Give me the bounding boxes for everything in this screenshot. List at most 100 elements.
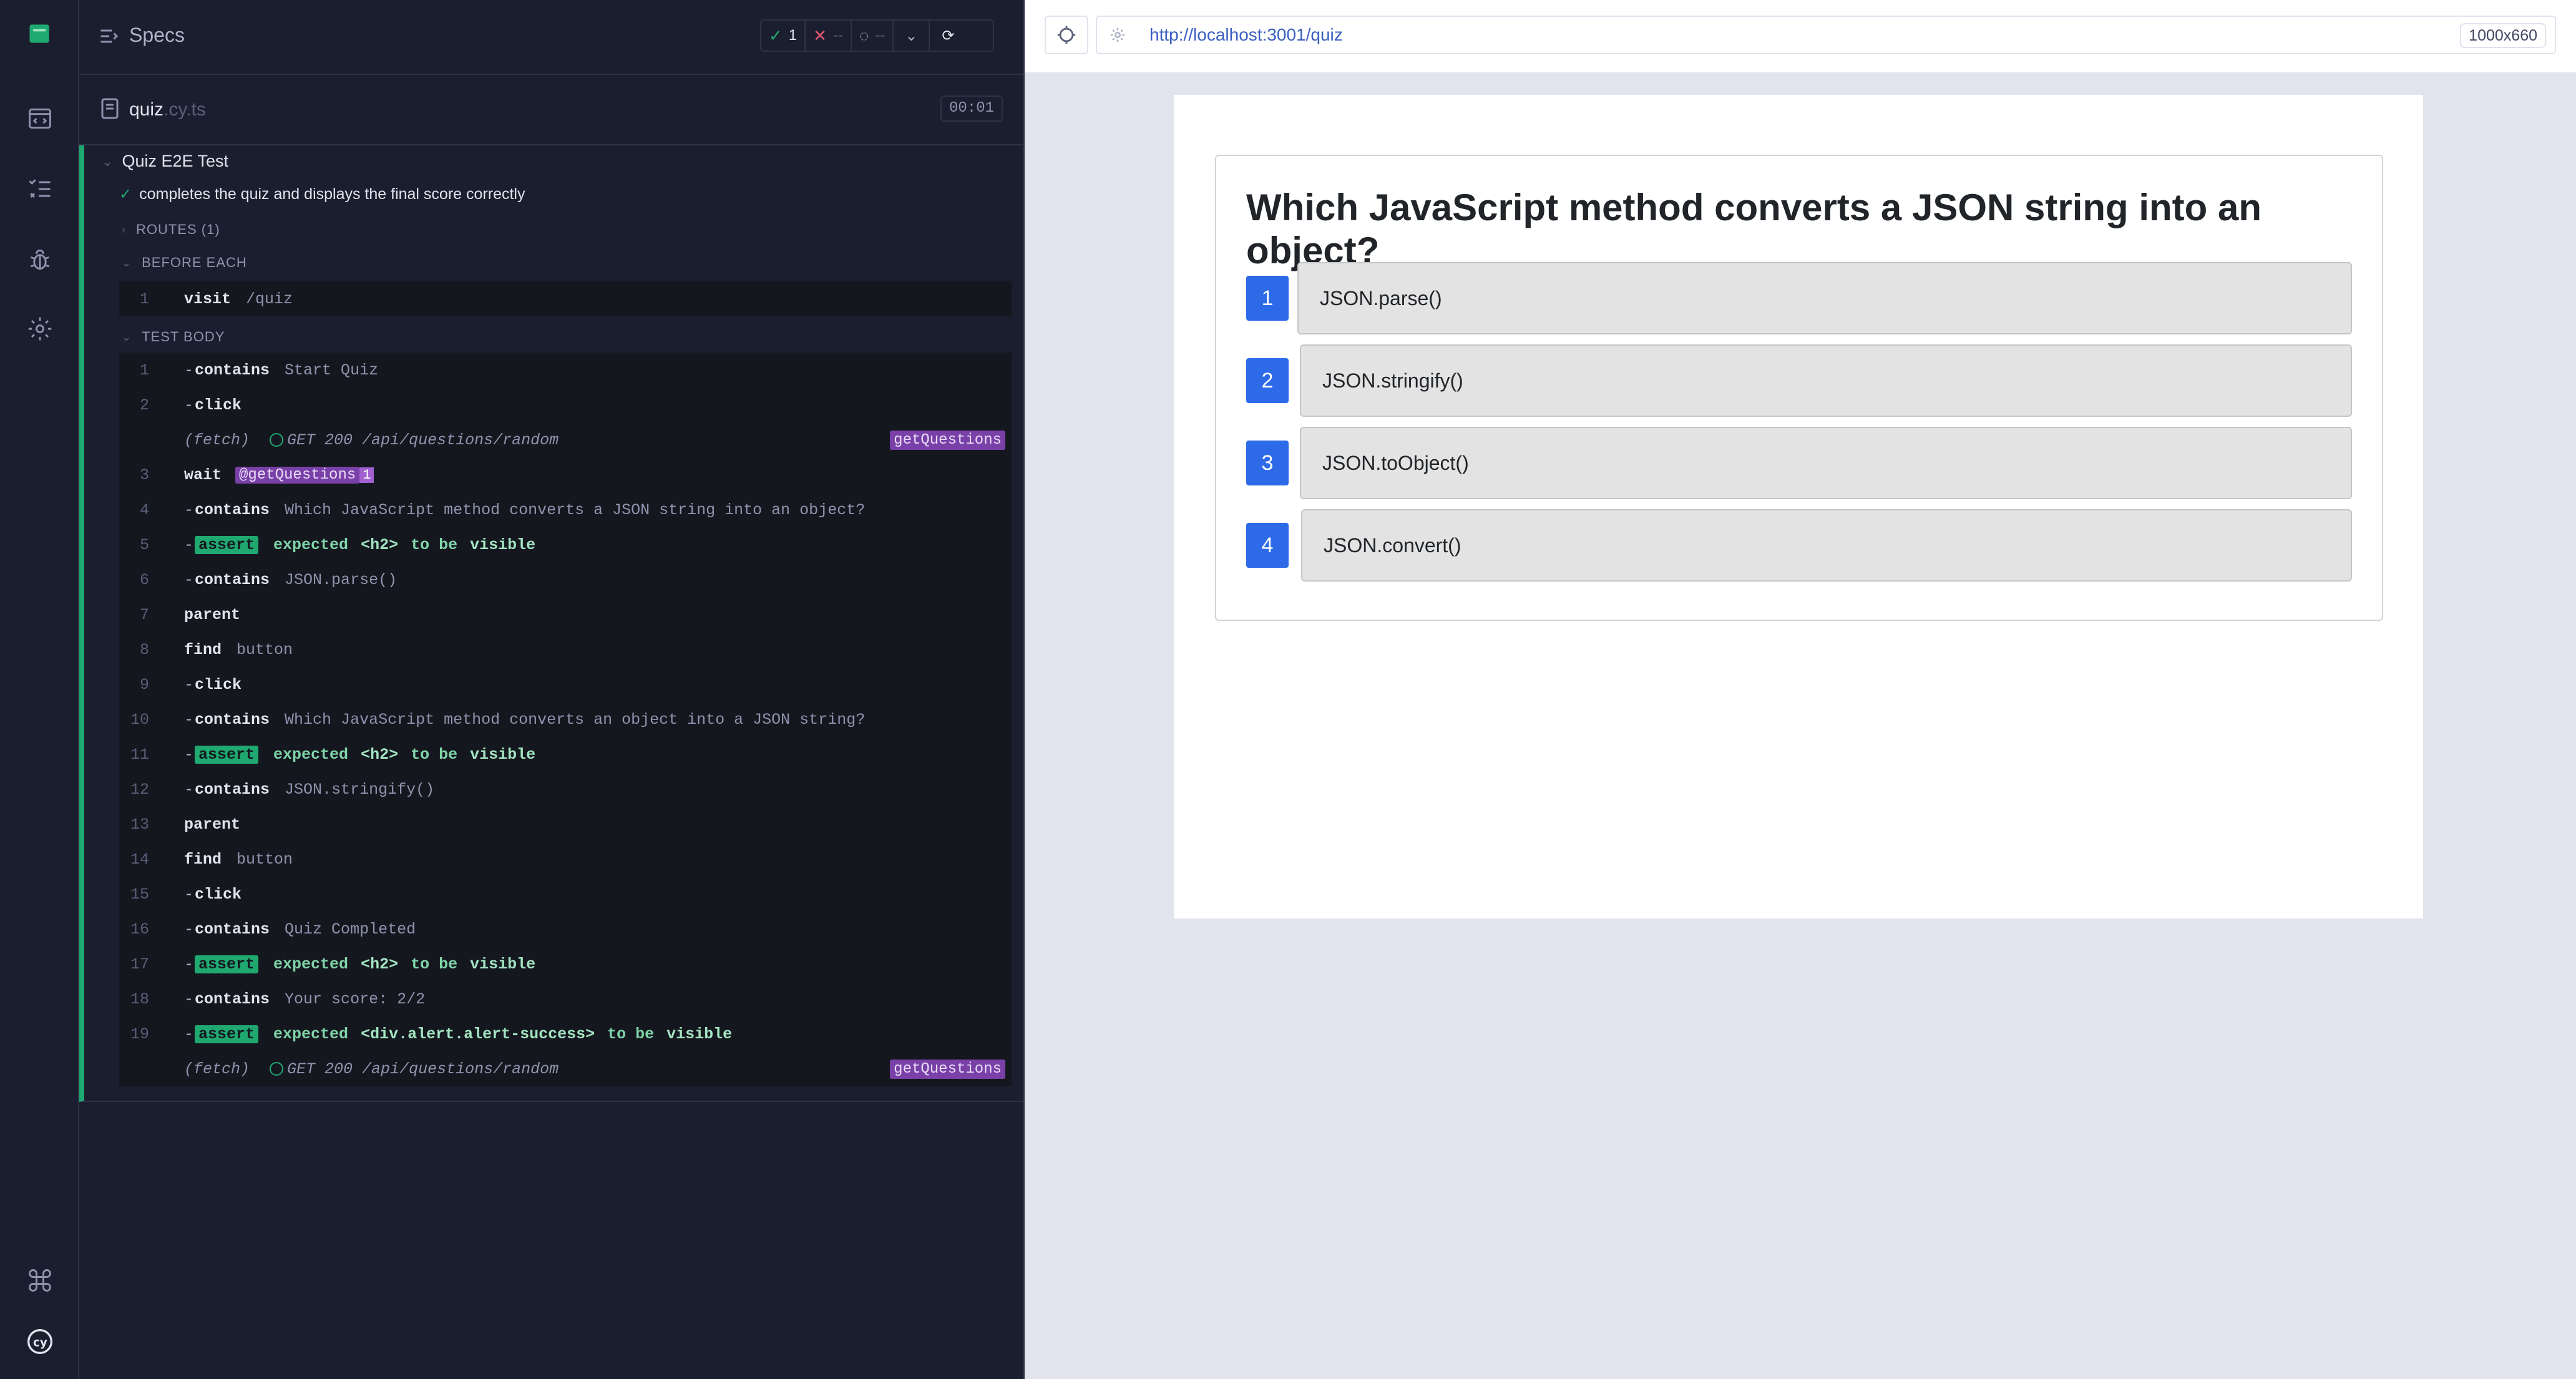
command-body: - contains Your score: 2/2 bbox=[184, 990, 425, 1008]
command-row[interactable]: 15 - click bbox=[119, 877, 1012, 912]
routes-toggle[interactable]: › ROUTES (1) bbox=[122, 222, 220, 238]
command-row[interactable]: 5 - assert expected <h2> to be visible bbox=[119, 527, 1012, 562]
collapse-toggle-button[interactable]: ⌄ bbox=[894, 21, 930, 51]
nested-indicator: - bbox=[184, 745, 194, 764]
command-body: - assert expected <h2> to be visible bbox=[184, 535, 535, 554]
specs-nav-icon[interactable] bbox=[21, 100, 59, 137]
chevron-down-icon: ⌄ bbox=[905, 27, 918, 44]
command-body: - contains Start Quiz bbox=[184, 361, 378, 379]
command-name: contains bbox=[195, 710, 270, 729]
command-row[interactable]: 16 - contains Quiz Completed bbox=[119, 912, 1012, 947]
alias-tag: getQuestions bbox=[890, 1059, 1005, 1079]
app-under-test: Which JavaScript method converts a JSON … bbox=[1174, 95, 2423, 919]
test-body-hook[interactable]: ⌄ TEST BODY bbox=[122, 329, 225, 345]
command-body: - click bbox=[184, 885, 256, 904]
spec-filename[interactable]: quiz.cy.ts bbox=[129, 99, 206, 120]
assert-badge: assert bbox=[195, 955, 259, 973]
command-name: parent bbox=[184, 605, 241, 624]
command-log-reporter: Specs ✓ 1 ✕ - - ◌ -- ⌄ ⟳ quiz.cy.ts 00:01 ⌄ Q… bbox=[79, 0, 1025, 1379]
command-body: wait @getQuestions 1 bbox=[184, 466, 374, 484]
command-row[interactable]: 1 - contains Start Quiz bbox=[119, 353, 1012, 387]
command-body: find button bbox=[184, 850, 293, 869]
command-row[interactable]: (fetch) GET 200 /api/questions/random getQ… bbox=[119, 1051, 1012, 1086]
pending-count: ◌ -- bbox=[852, 21, 894, 51]
passed-count: ✓ 1 bbox=[761, 21, 806, 51]
command-body: - assert expected <h2> to be visible bbox=[184, 745, 535, 764]
option-button[interactable]: JSON.convert() bbox=[1301, 509, 2352, 582]
command-number: 18 bbox=[130, 990, 149, 1008]
command-row[interactable]: 6 - contains JSON.parse() bbox=[119, 562, 1012, 597]
assert-subject: <div.alert.alert-success> bbox=[361, 1025, 595, 1043]
command-number: 7 bbox=[139, 605, 149, 624]
crosshair-icon bbox=[1057, 26, 1076, 44]
url-bar[interactable]: http://localhost:3001/quiz 1000x660 bbox=[1096, 16, 2556, 54]
command-body: - assert expected <h2> to be visible bbox=[184, 955, 535, 973]
file-icon bbox=[101, 98, 119, 119]
rerun-button[interactable]: ⟳ bbox=[930, 21, 966, 51]
command-number: 14 bbox=[130, 850, 149, 869]
command-row[interactable]: 19 - assert expected <div.alert.alert-succes… bbox=[119, 1016, 1012, 1051]
assert-tobe: to be bbox=[411, 745, 458, 764]
command-name: contains bbox=[195, 990, 270, 1008]
command-body: - contains JSON.parse() bbox=[184, 571, 397, 589]
nested-indicator: - bbox=[184, 885, 194, 904]
app-logo-icon[interactable] bbox=[21, 15, 59, 52]
browser-pane: http://localhost:3001/quiz 1000x660 Whic… bbox=[1025, 0, 2576, 1379]
runs-nav-icon[interactable] bbox=[21, 170, 59, 208]
command-name: contains bbox=[195, 920, 270, 938]
option-number-badge: 2 bbox=[1246, 358, 1289, 403]
command-row[interactable]: 3 wait @getQuestions 1 bbox=[119, 457, 1012, 492]
keyboard-shortcuts-icon[interactable] bbox=[21, 1262, 59, 1299]
debug-nav-icon[interactable] bbox=[21, 241, 59, 278]
command-row[interactable]: 8 find button bbox=[119, 632, 1012, 667]
suite-title[interactable]: ⌄ Quiz E2E Test bbox=[102, 152, 228, 171]
nested-indicator: - bbox=[184, 990, 194, 1008]
browser-topbar: http://localhost:3001/quiz 1000x660 bbox=[1025, 0, 2576, 74]
specs-label[interactable]: Specs bbox=[129, 24, 185, 47]
command-row[interactable]: 1 visit/quiz bbox=[119, 281, 1012, 316]
assert-value: visible bbox=[470, 955, 536, 973]
option-number-badge: 3 bbox=[1246, 441, 1289, 485]
command-row[interactable]: (fetch) GET 200 /api/questions/random getQ… bbox=[119, 422, 1012, 457]
command-arg: Your score: 2/2 bbox=[285, 990, 426, 1008]
command-name: contains bbox=[195, 361, 270, 379]
assert-badge: assert bbox=[195, 535, 259, 554]
command-row[interactable]: 13 parent bbox=[119, 807, 1012, 842]
selector-playground-button[interactable] bbox=[1045, 16, 1088, 54]
command-arg: Start Quiz bbox=[285, 361, 379, 379]
assert-expected: expected bbox=[273, 745, 349, 764]
assert-subject: <h2> bbox=[361, 535, 399, 554]
viewport-size[interactable]: 1000x660 bbox=[2460, 23, 2546, 48]
command-row[interactable]: 18 - contains Your score: 2/2 bbox=[119, 982, 1012, 1016]
option-button[interactable]: JSON.parse() bbox=[1297, 262, 2352, 334]
command-row[interactable]: 4 - contains Which JavaScript method conver… bbox=[119, 492, 1012, 527]
command-name: find bbox=[184, 640, 222, 659]
test-title[interactable]: ✓ completes the quiz and displays the fin… bbox=[119, 185, 525, 203]
command-row[interactable]: 7 parent bbox=[119, 597, 1012, 632]
command-row[interactable]: 9 - click bbox=[119, 667, 1012, 702]
before-each-hook[interactable]: ⌄ BEFORE EACH bbox=[122, 255, 247, 271]
command-name: visit bbox=[184, 290, 232, 308]
command-row[interactable]: 17 - assert expected <h2> to be visible bbox=[119, 947, 1012, 982]
option-button[interactable]: JSON.stringify() bbox=[1300, 344, 2352, 417]
command-row[interactable]: 2 - click bbox=[119, 387, 1012, 422]
specs-list-icon[interactable] bbox=[98, 25, 120, 47]
command-body: - contains Quiz Completed bbox=[184, 920, 416, 938]
command-arg: JSON.parse() bbox=[285, 570, 398, 589]
url-text[interactable]: http://localhost:3001/quiz bbox=[1149, 25, 1343, 45]
command-number: 16 bbox=[130, 920, 149, 938]
assert-value: visible bbox=[666, 1025, 733, 1043]
command-body: parent bbox=[184, 816, 255, 834]
x-icon: ✕ bbox=[813, 26, 827, 45]
nested-indicator: - bbox=[184, 500, 194, 519]
command-body: - contains Which JavaScript method convert… bbox=[184, 501, 865, 519]
command-row[interactable]: 12 - contains JSON.stringify() bbox=[119, 772, 1012, 807]
command-row[interactable]: 14 find button bbox=[119, 842, 1012, 877]
settings-gear-icon bbox=[1110, 27, 1125, 42]
option-button[interactable]: JSON.toObject() bbox=[1300, 427, 2352, 499]
command-row[interactable]: 11 - assert expected <h2> to be visible bbox=[119, 737, 1012, 772]
spec-duration: 00:01 bbox=[940, 95, 1003, 122]
settings-nav-icon[interactable] bbox=[21, 310, 59, 348]
command-row[interactable]: 10 - contains Which JavaScript method conve… bbox=[119, 702, 1012, 737]
command-name: contains bbox=[195, 780, 270, 799]
